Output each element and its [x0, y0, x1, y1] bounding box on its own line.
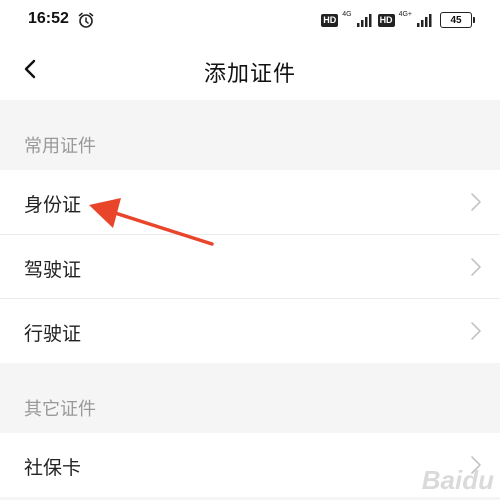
network-type-label: 4G — [342, 11, 352, 18]
nav-bar: 添加证件 — [0, 40, 500, 100]
section-header-other: 其它证件 — [0, 363, 500, 433]
signal-icon — [356, 14, 372, 27]
hd-badge: HD — [321, 13, 339, 27]
battery-icon: 45 — [440, 12, 475, 28]
hd-badge: HD — [377, 13, 395, 27]
list-item-vehicle-license[interactable]: 行驶证 — [0, 299, 500, 363]
list-item-label: 社保卡 — [24, 457, 82, 479]
chevron-right-icon — [471, 322, 481, 340]
list-item-label: 行驶证 — [24, 323, 82, 345]
section-header-common: 常用证件 — [0, 100, 500, 170]
status-time: 16:52 — [28, 10, 69, 27]
chevron-right-icon — [471, 258, 481, 276]
chevron-right-icon — [471, 193, 481, 211]
section-header-label: 其它证件 — [24, 399, 96, 420]
section-header-label: 常用证件 — [24, 136, 96, 157]
alarm-icon — [78, 12, 94, 28]
network-type-label: 4G+ — [398, 11, 412, 18]
list-item-driver-license[interactable]: 驾驶证 — [0, 235, 500, 299]
status-bar: 16:52 HD 4G HD 4G+ 45 — [0, 0, 500, 40]
list-item-label: 身份证 — [24, 194, 82, 216]
list-item-id-card[interactable]: 身份证 — [0, 170, 500, 234]
list-item-label: 驾驶证 — [24, 259, 82, 281]
signal-icon — [417, 14, 432, 27]
status-indicators: HD 4G HD 4G+ 45 — [321, 10, 475, 30]
page-title: 添加证件 — [203, 62, 296, 87]
baidu-watermark-logo: Baidu — [421, 465, 494, 495]
